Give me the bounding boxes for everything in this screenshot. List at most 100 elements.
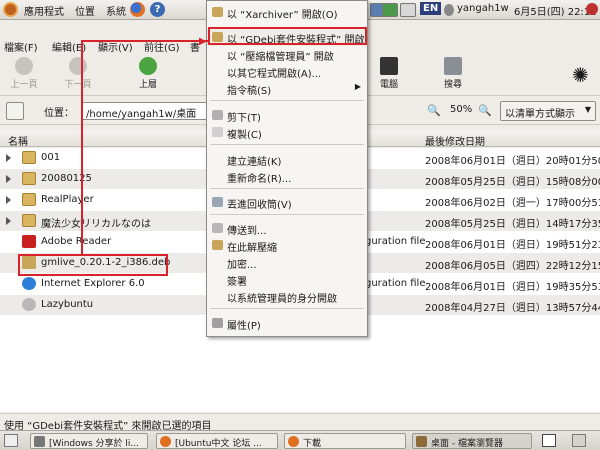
media-player-icon[interactable] [382, 3, 398, 17]
context-menu: 以 “Xarchiver” 開啟(O) 以 “GDebi套件安裝程式” 開啟 以… [206, 0, 368, 337]
computer-button[interactable]: 電腦 [372, 57, 406, 90]
forward-arrow-icon [69, 57, 87, 75]
zoom-in-icon[interactable]: 🔍 [478, 104, 492, 117]
menu-item-label: 傳送到... [227, 226, 267, 237]
menu-item-label: 以 “Xarchiver” 開啟(O) [227, 10, 338, 21]
internet-explorer-icon [22, 277, 36, 290]
file-date: 2008年06月01日（週日）19時51分23秒 [425, 240, 600, 251]
monitor-icon[interactable] [400, 3, 416, 17]
power-icon[interactable] [586, 3, 598, 15]
file-type: guration file [365, 278, 426, 289]
file-date: 2008年05月25日（週日）15時08分00秒 [425, 177, 600, 188]
task-label: 桌面 - 檔案瀏覽器 [431, 439, 503, 449]
menu-open-xarchiver[interactable]: 以 “Xarchiver” 開啟(O) [207, 3, 367, 21]
menu-item-label: 重新命名(R)... [227, 174, 292, 185]
back-button[interactable]: 上一頁 [4, 57, 44, 90]
file-name: RealPlayer [41, 194, 94, 205]
file-date: 2008年04月27日（週日）13時57分44秒 [425, 303, 600, 314]
menu-scripts[interactable]: 指令稿(S) ▶ [207, 79, 367, 97]
menu-separator [210, 214, 364, 215]
clock[interactable]: 6月5日(四) 22:12 [514, 3, 597, 18]
trash-icon[interactable] [572, 434, 586, 447]
folder-icon [22, 172, 36, 185]
help-icon[interactable]: ? [150, 2, 165, 17]
system-menu[interactable]: 系統 [106, 3, 126, 18]
trash-icon [212, 197, 223, 207]
show-desktop-icon[interactable] [4, 434, 18, 447]
file-date: 2008年06月01日（週日）20時01分50秒 [425, 156, 600, 167]
search-button[interactable]: 搜尋 [436, 57, 470, 90]
task-ubuntu-forum[interactable]: [Ubuntu中文 论坛 ... [156, 433, 278, 449]
file-name: Adobe Reader [41, 236, 112, 247]
up-button[interactable]: 上層 [128, 57, 168, 90]
menu-item-label: 在此解壓縮 [227, 243, 277, 254]
firefox-icon [288, 436, 299, 447]
menu-item-label: 指令稿(S) [227, 86, 272, 97]
menu-properties[interactable]: 屬性(P) [207, 314, 367, 332]
zoom-out-icon[interactable]: 🔍 [427, 104, 441, 117]
forward-button[interactable]: 下一頁 [58, 57, 98, 90]
menu-extract-here[interactable]: 在此解壓縮 [207, 236, 367, 254]
column-name[interactable]: 名稱 [8, 133, 28, 148]
menu-item-label: 複製(C) [227, 130, 262, 141]
chevron-down-icon: ▼ [584, 105, 591, 114]
task-file-browser[interactable]: 桌面 - 檔案瀏覽器 [412, 433, 532, 449]
applications-menu[interactable]: 應用程式 [24, 3, 64, 18]
view-mode-select[interactable]: 以清單方式顯示 ▼ [500, 101, 596, 121]
menu-rename[interactable]: 重新命名(R)... [207, 167, 367, 185]
ubuntu-logo-icon[interactable] [3, 2, 18, 17]
task-windows-share[interactable]: [Windows 分享於 li... [30, 433, 148, 449]
location-input[interactable]: /home/yangah1w/桌面 [82, 102, 207, 120]
menu-separator [210, 188, 364, 189]
view-mode-value: 以清單方式顯示 [505, 109, 575, 120]
file-name: 魔法少女リリカルなのは [41, 219, 151, 230]
menu-open-archive-manager[interactable]: 以 “壓縮檔管理員” 開啟 [207, 45, 367, 63]
workspace-1-icon[interactable] [542, 434, 556, 447]
menu-item-label: 加密... [227, 260, 257, 271]
copy-icon [212, 127, 223, 137]
send-to-icon [212, 223, 223, 233]
computer-icon [380, 57, 398, 75]
file-name: Internet Explorer 6.0 [41, 278, 145, 289]
expander-icon[interactable] [6, 175, 11, 183]
back-label: 上一頁 [10, 80, 38, 90]
menu-item-label: 建立連結(K) [227, 157, 282, 168]
extract-icon [212, 240, 223, 250]
firefox-icon[interactable] [130, 2, 145, 17]
places-menu[interactable]: 位置 [75, 3, 95, 18]
menu-copy[interactable]: 複製(C) [207, 123, 367, 141]
menu-send-to[interactable]: 傳送到... [207, 219, 367, 237]
expander-icon[interactable] [6, 217, 11, 225]
menu-make-link[interactable]: 建立連結(K) [207, 150, 367, 168]
menu-item-label: 丟進回收筒(V) [227, 200, 292, 211]
task-downloads[interactable]: 下載 [284, 433, 406, 449]
zoom-level[interactable]: 50% [450, 104, 472, 115]
edit-location-icon[interactable] [6, 102, 24, 120]
up-arrow-icon [139, 57, 157, 75]
annotation-arrow-icon: ▶ [199, 36, 207, 47]
menu-separator [210, 308, 364, 309]
pdf-icon [22, 235, 36, 248]
computer-label: 電腦 [379, 80, 398, 90]
gnome-foot-icon: ✺ [572, 63, 589, 87]
menu-cut[interactable]: 剪下(T) [207, 106, 367, 124]
menu-item-label: 屬性(P) [227, 321, 261, 332]
location-label: 位置： [44, 108, 74, 119]
menu-sign[interactable]: 簽署 [207, 270, 367, 288]
menu-move-to-trash[interactable]: 丟進回收筒(V) [207, 193, 367, 211]
column-modified[interactable]: 最後修改日期 [425, 133, 485, 148]
file-name: 001 [41, 152, 61, 163]
menu-encrypt[interactable]: 加密... [207, 253, 367, 271]
expander-icon[interactable] [6, 196, 11, 204]
firefox-icon [160, 436, 171, 447]
menu-open-as-admin[interactable]: 以系統管理員的身分開啟 [207, 287, 367, 305]
menu-open-with-other[interactable]: 以其它程式開啟(A)... [207, 62, 367, 80]
expander-icon[interactable] [6, 154, 11, 162]
task-label: [Ubuntu中文 论坛 ... [175, 439, 262, 449]
user-name[interactable]: yangah1w [457, 3, 509, 14]
highlight-gdebi-item [208, 27, 367, 45]
input-method-badge[interactable]: EN [420, 2, 442, 15]
search-icon [444, 57, 462, 75]
menu-file[interactable]: 檔案(F) [4, 39, 38, 54]
forward-label: 下一頁 [64, 80, 92, 90]
